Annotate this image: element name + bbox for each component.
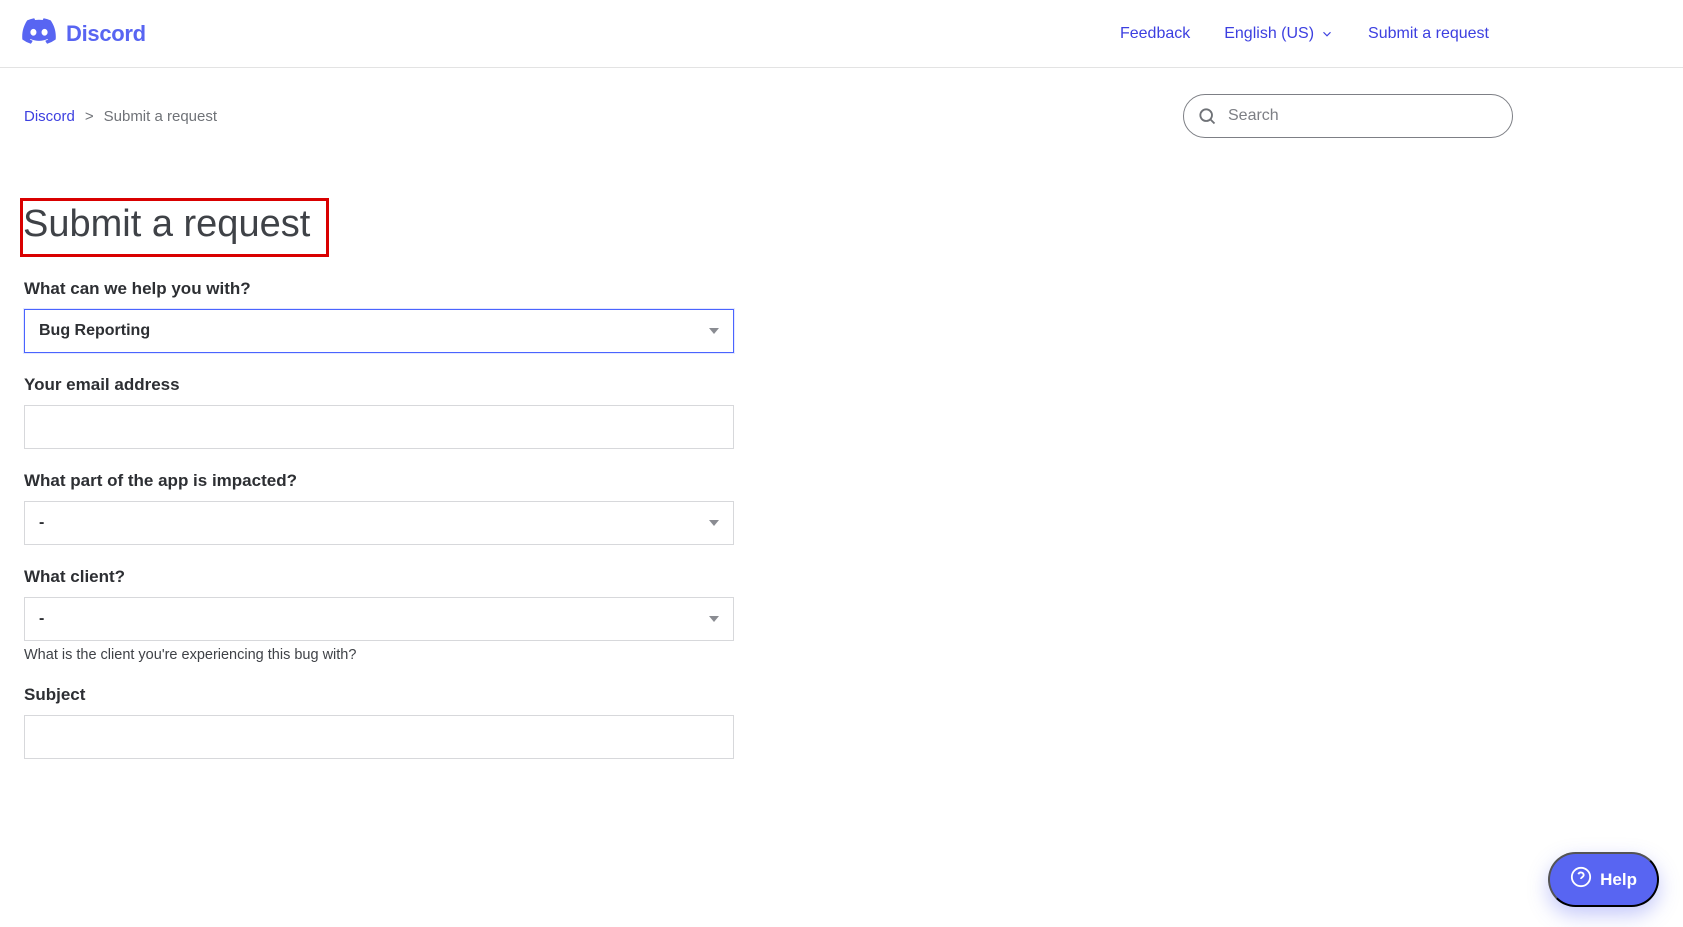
select-impacted-part-value: - [39,514,44,532]
chevron-down-icon [1320,27,1334,41]
input-email-shell[interactable] [24,405,734,449]
caret-down-icon [709,328,719,334]
caret-down-icon [709,520,719,526]
label-help-with: What can we help you with? [24,279,736,299]
select-help-with[interactable]: Bug Reporting [24,309,734,353]
label-subject: Subject [24,685,736,705]
breadcrumb-root[interactable]: Discord [24,108,75,125]
field-impacted-part: What part of the app is impacted? - [24,471,736,545]
caret-down-icon [709,616,719,622]
topbar: Discord > Submit a request [0,68,1683,138]
select-help-with-value: Bug Reporting [39,322,150,340]
label-client: What client? [24,567,736,587]
select-client-value: - [39,610,44,628]
label-impacted-part: What part of the app is impacted? [24,471,736,491]
language-label: English (US) [1224,25,1314,43]
language-selector[interactable]: English (US) [1224,25,1334,43]
page-title: Submit a request [23,201,320,254]
brand-name: Discord [66,21,146,47]
submit-request-link[interactable]: Submit a request [1368,25,1489,43]
input-subject-shell[interactable] [24,715,734,759]
select-impacted-part[interactable]: - [24,501,734,545]
brand-logo-link[interactable]: Discord [22,18,146,49]
field-subject: Subject [24,685,736,759]
page-title-highlight: Submit a request [20,198,329,257]
discord-logo-icon [22,18,56,49]
help-button-label: Help [1600,870,1637,890]
subject-input[interactable] [39,716,719,758]
site-header: Discord Feedback English (US) Submit a r… [0,0,1683,68]
breadcrumb: Discord > Submit a request [24,108,217,125]
email-input[interactable] [39,406,719,448]
select-client[interactable]: - [24,597,734,641]
search-input[interactable] [1183,94,1513,138]
field-email: Your email address [24,375,736,449]
main-content: Submit a request What can we help you wi… [0,138,760,821]
help-icon [1570,866,1592,893]
label-email: Your email address [24,375,736,395]
help-button[interactable]: Help [1548,852,1659,907]
breadcrumb-current: Submit a request [104,108,217,125]
feedback-link[interactable]: Feedback [1120,25,1190,43]
header-nav: Feedback English (US) Submit a request [1120,25,1489,43]
help-client: What is the client you're experiencing t… [24,647,736,663]
breadcrumb-separator: > [85,108,94,125]
field-client: What client? - What is the client you're… [24,567,736,663]
field-help-with: What can we help you with? Bug Reporting [24,279,736,353]
search-icon [1197,106,1217,126]
search-wrap [1183,94,1513,138]
